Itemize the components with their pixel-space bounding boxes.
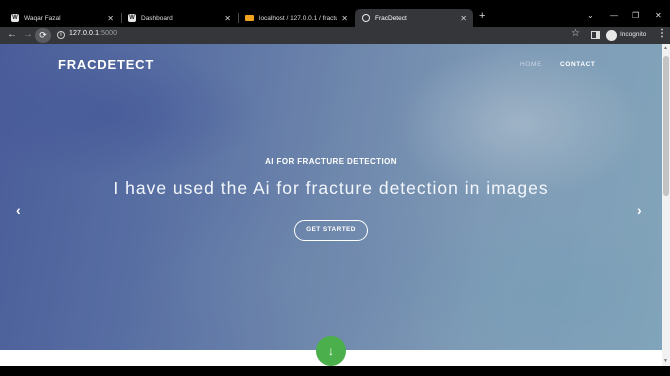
page-scrollbar[interactable]: ▲ ▼ bbox=[662, 44, 670, 366]
scroll-down-icon[interactable]: ▼ bbox=[663, 358, 668, 364]
forward-arrow-icon[interactable]: → bbox=[23, 28, 33, 42]
site-info-icon[interactable]: i bbox=[57, 31, 65, 39]
tab-search-icon[interactable]: ⌄ bbox=[587, 11, 594, 20]
side-panel-icon[interactable] bbox=[591, 31, 600, 39]
tab-title: Waqar Fazal bbox=[24, 14, 61, 22]
tab-title: FracDetect bbox=[375, 14, 407, 22]
screen-top-border bbox=[0, 0, 670, 9]
close-tab-icon[interactable]: ✕ bbox=[341, 14, 348, 23]
site-logo[interactable]: FRACDETECT bbox=[58, 57, 154, 72]
database-icon bbox=[245, 15, 254, 21]
bookmark-star-icon[interactable]: ☆ bbox=[571, 28, 580, 39]
profile-label[interactable]: Incognito bbox=[620, 31, 646, 38]
url-port: :5000 bbox=[99, 30, 118, 37]
hero-kicker: AI FOR FRACTURE DETECTION bbox=[265, 157, 397, 166]
nav-link-contact[interactable]: CONTACT bbox=[560, 61, 596, 68]
screen-bottom-border bbox=[0, 366, 670, 376]
tab-dashboard[interactable]: W Dashboard ✕ bbox=[121, 9, 237, 27]
get-started-button[interactable]: GET STARTED bbox=[294, 220, 368, 241]
carousel-next-icon[interactable]: › bbox=[637, 202, 642, 218]
arrow-down-icon: ↓ bbox=[328, 344, 334, 358]
minimize-button[interactable]: — bbox=[610, 11, 618, 20]
close-tab-icon[interactable]: ✕ bbox=[107, 14, 114, 23]
site-w-icon: W bbox=[128, 14, 136, 22]
close-tab-icon[interactable]: ✕ bbox=[460, 14, 467, 23]
kebab-menu-icon[interactable]: ⋮ bbox=[657, 28, 667, 39]
tab-fracdetect[interactable]: FracDetect ✕ bbox=[355, 9, 473, 27]
address-bar[interactable]: 127.0.0.1:5000 bbox=[69, 30, 117, 37]
url-host: 127.0.0.1 bbox=[69, 30, 100, 37]
hero-headline: I have used the Ai for fracture detectio… bbox=[113, 178, 549, 198]
carousel-prev-icon[interactable]: ‹ bbox=[16, 202, 21, 218]
tab-waqar-fazal[interactable]: W Waqar Fazal ✕ bbox=[4, 9, 120, 27]
globe-icon bbox=[362, 14, 370, 22]
nav-link-home[interactable]: HOME bbox=[520, 61, 542, 68]
close-tab-icon[interactable]: ✕ bbox=[224, 14, 231, 23]
scroll-up-icon[interactable]: ▲ bbox=[663, 45, 668, 51]
tab-title: localhost / 127.0.0.1 / fracture / ... bbox=[259, 14, 338, 22]
tab-title: Dashboard bbox=[141, 14, 173, 22]
reload-icon[interactable]: ⟳ bbox=[35, 28, 51, 43]
scrollbar-thumb[interactable] bbox=[663, 56, 669, 196]
scroll-down-button[interactable]: ↓ bbox=[316, 336, 346, 366]
back-arrow-icon[interactable]: ← bbox=[7, 28, 17, 42]
tab-phpmyadmin[interactable]: localhost / 127.0.0.1 / fracture / ... ✕ bbox=[238, 9, 354, 27]
incognito-icon[interactable] bbox=[606, 30, 617, 41]
site-w-icon: W bbox=[11, 14, 19, 22]
restore-button[interactable]: ❐ bbox=[632, 11, 639, 20]
close-window-button[interactable]: ✕ bbox=[655, 11, 662, 20]
page-viewport: FRACDETECT HOME CONTACT ‹ › AI FOR FRACT… bbox=[0, 44, 670, 366]
new-tab-button[interactable]: + bbox=[479, 10, 485, 22]
